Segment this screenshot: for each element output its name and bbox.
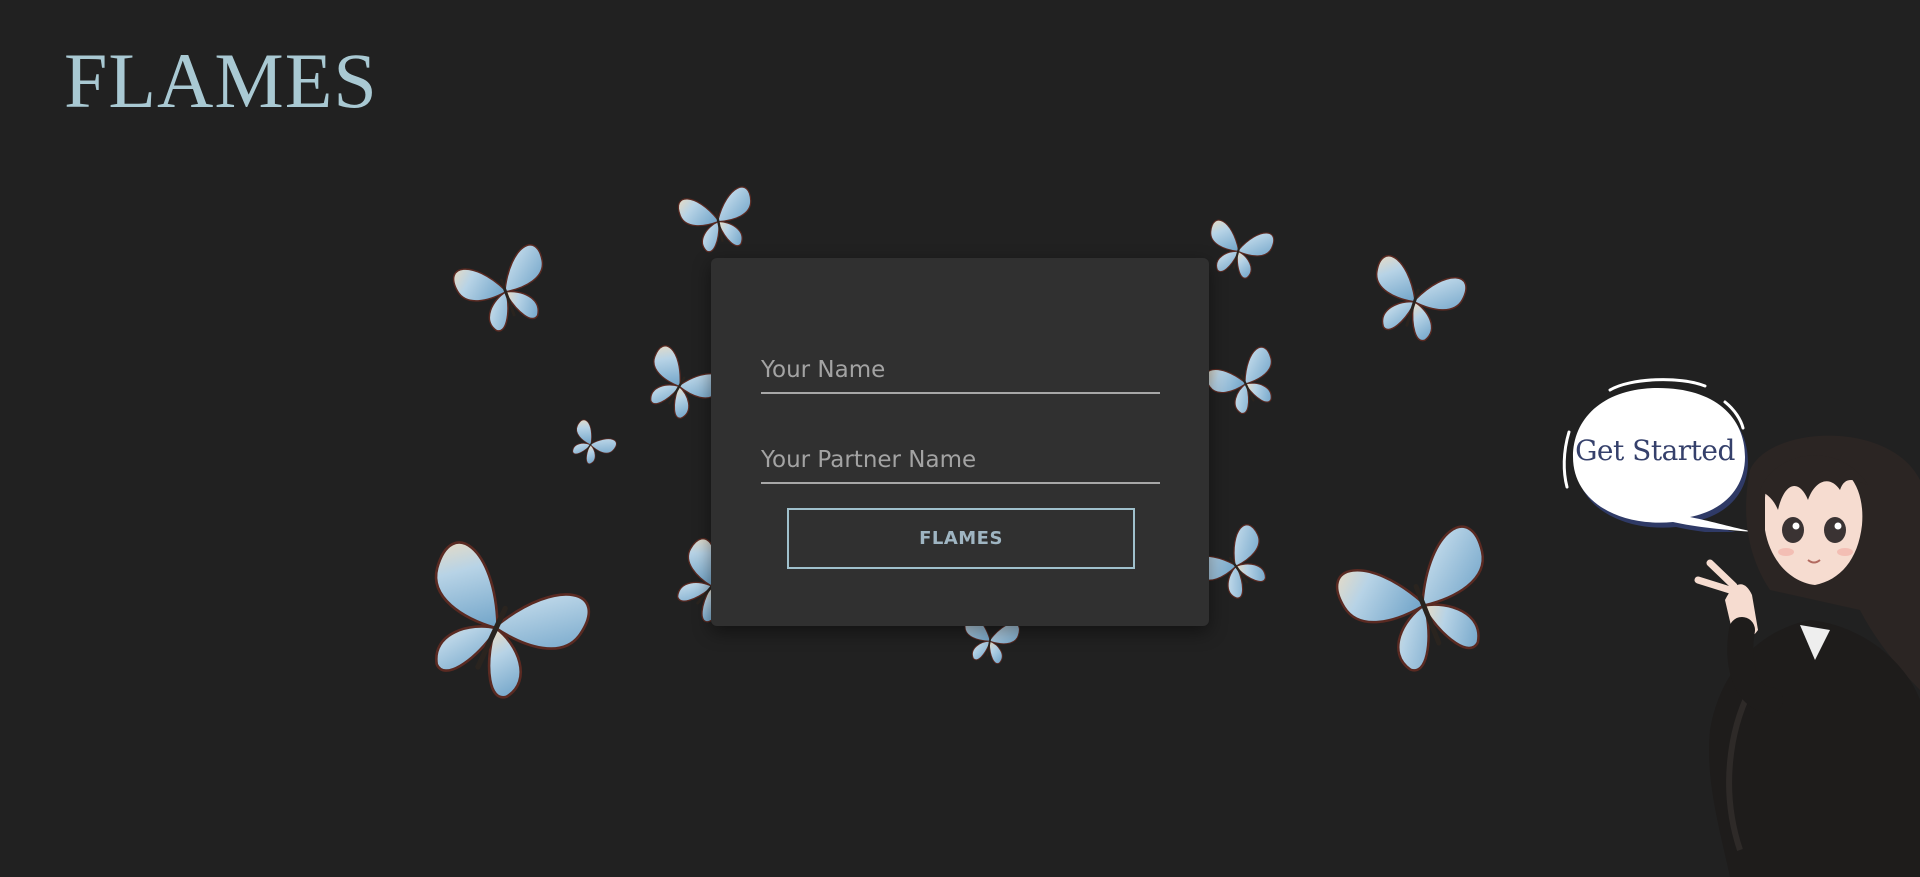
butterfly-icon: [1330, 510, 1517, 695]
butterfly-icon: [668, 180, 768, 260]
mascot-girl-image: [1690, 430, 1920, 877]
partner-name-field: [761, 438, 1160, 484]
butterfly-icon: [633, 342, 726, 430]
your-name-input[interactable]: [761, 348, 1160, 392]
site-logo[interactable]: FLAMES: [64, 42, 378, 120]
flames-submit-button[interactable]: FLAMES: [787, 508, 1135, 569]
name-field: [761, 348, 1160, 394]
butterfly-icon: [562, 417, 619, 472]
butterfly-icon: [396, 530, 597, 720]
butterfly-icon: [440, 240, 570, 341]
flames-form-card: FLAMES: [711, 258, 1209, 626]
partner-name-input[interactable]: [761, 438, 1160, 482]
butterfly-icon: [1350, 250, 1480, 350]
page: FLAMES FLAMES: [0, 0, 1920, 877]
butterfly-icon: [1200, 344, 1290, 423]
